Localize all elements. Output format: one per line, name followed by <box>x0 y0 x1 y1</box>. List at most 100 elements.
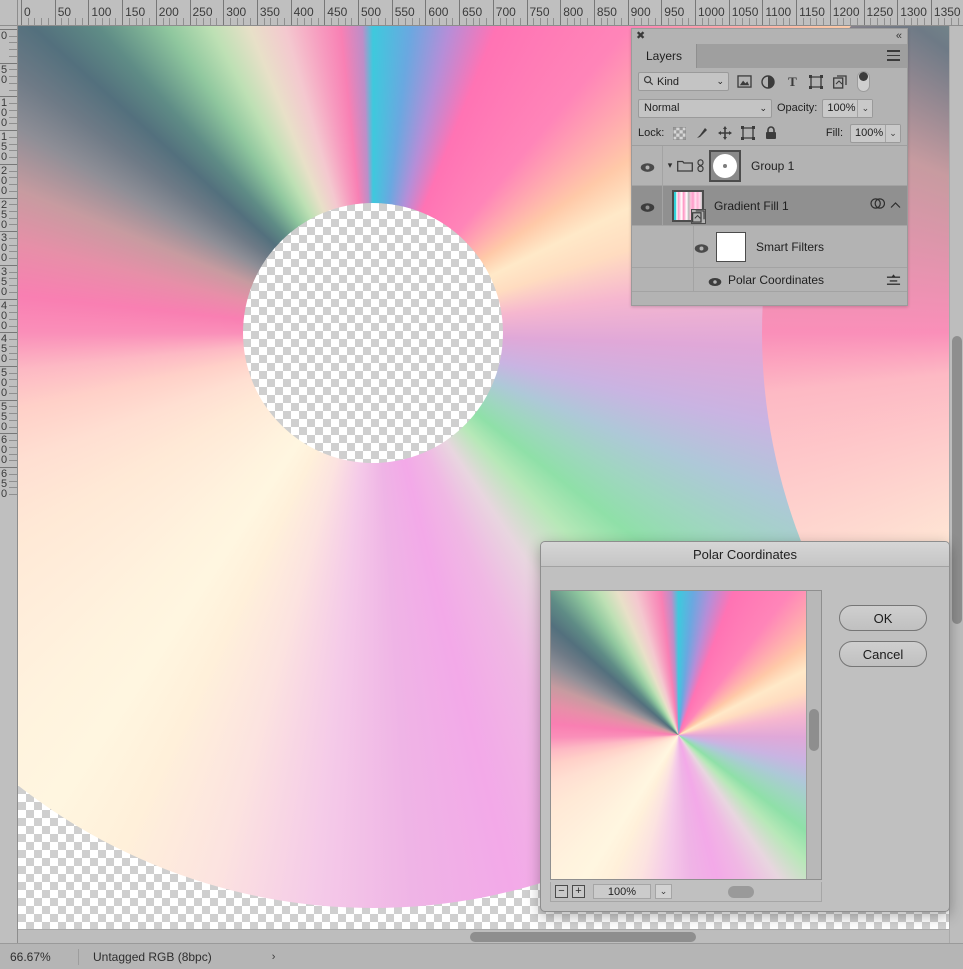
preview-scrollbar-thumb[interactable] <box>809 709 820 751</box>
panel-menu-icon[interactable] <box>887 50 900 61</box>
close-icon[interactable]: ✖ <box>636 29 645 43</box>
ruler-label: 550 <box>394 5 415 19</box>
filter-enable-toggle[interactable] <box>857 71 870 92</box>
ruler-minor-tick <box>9 312 17 314</box>
layer-visibility-toggle[interactable] <box>632 146 663 185</box>
blending-options-icon[interactable] <box>886 273 901 286</box>
ruler-minor-tick <box>9 291 17 293</box>
gradient-fill-thumbnail[interactable] <box>672 189 706 224</box>
layers-list: ▾ Group 1 Gradient Fill 1 Smart Filters … <box>632 146 907 292</box>
filter-preview[interactable] <box>550 590 822 880</box>
ruler-minor-tick <box>9 318 17 320</box>
ruler-label: 800 <box>563 5 584 19</box>
ruler-minor-tick <box>202 18 204 25</box>
zoom-level-value[interactable]: 100% <box>593 884 651 899</box>
zoom-in-button[interactable]: + <box>572 885 585 898</box>
eye-icon[interactable] <box>708 274 722 287</box>
ruler-label: 1000 <box>698 5 725 19</box>
link-icon[interactable] <box>696 158 705 173</box>
collapse-panel-icon[interactable]: « <box>896 29 902 43</box>
ruler-minor-tick <box>9 69 17 71</box>
ruler-minor-tick <box>9 271 17 273</box>
ruler-minor-tick <box>452 18 454 25</box>
shape-layer-filter-icon[interactable] <box>807 73 825 91</box>
ruler-minor-tick <box>708 18 710 25</box>
collapse-chevron-icon[interactable] <box>890 197 901 215</box>
pixel-layer-filter-icon[interactable] <box>735 73 753 91</box>
fill-adjustment-icon[interactable] <box>870 197 886 215</box>
chevron-down-icon[interactable]: ▾ <box>663 160 677 171</box>
layer-row-gradient-fill-1[interactable]: Gradient Fill 1 <box>632 186 907 226</box>
ruler-minor-tick <box>9 345 17 347</box>
ruler-minor-tick <box>405 18 407 25</box>
zoom-percentage[interactable]: 66.67% <box>0 950 78 964</box>
filter-kind-select[interactable]: Kind ⌄ <box>638 72 729 91</box>
cancel-button[interactable]: Cancel <box>839 641 927 667</box>
ruler-minor-tick <box>674 18 676 25</box>
ruler-minor-tick <box>9 217 17 219</box>
ruler-minor-tick <box>944 18 946 25</box>
status-bar: 66.67% Untagged RGB (8bpc) › <box>0 943 963 969</box>
layer-row-polar-coordinates[interactable]: Polar Coordinates <box>632 268 907 292</box>
smart-filter-mask-thumbnail[interactable] <box>716 231 746 262</box>
smart-filter-name: Polar Coordinates <box>728 272 825 287</box>
preview-pan-handle[interactable] <box>728 885 754 898</box>
type-layer-filter-icon[interactable]: T <box>783 73 801 91</box>
vertical-ruler[interactable]: 0 50 100 150 200 250 300 350 400 450 500 550 600 650 <box>0 26 18 943</box>
opacity-value: 100% <box>827 102 856 114</box>
ruler-minor-tick <box>9 35 17 37</box>
ruler-minor-tick <box>681 18 683 25</box>
ruler-corner[interactable] <box>0 0 18 26</box>
ruler-minor-tick <box>317 18 319 25</box>
layer-row-right-icons <box>870 197 901 215</box>
horizontal-scrollbar[interactable] <box>18 929 949 943</box>
vertical-scrollbar[interactable] <box>949 26 963 943</box>
fill-field[interactable]: 100% ⌄ <box>850 123 901 143</box>
zoom-out-button[interactable]: − <box>555 885 568 898</box>
horizontal-scrollbar-thumb[interactable] <box>470 932 696 942</box>
lock-all-icon[interactable] <box>763 125 779 141</box>
polar-coordinates-preview[interactable] <box>551 591 807 879</box>
ruler-minor-tick <box>34 18 36 25</box>
ruler-minor-tick <box>688 18 690 25</box>
layer-row-smart-filters[interactable]: Smart Filters <box>632 226 907 268</box>
ruler-minor-tick <box>789 18 791 25</box>
smart-object-filter-icon[interactable] <box>831 73 849 91</box>
ruler-label: 300 <box>226 5 247 19</box>
blend-mode-select[interactable]: Normal ⌄ <box>638 98 772 118</box>
adjustment-layer-filter-icon[interactable] <box>759 73 777 91</box>
tab-layers[interactable]: Layers <box>632 44 698 68</box>
ruler-minor-tick <box>27 18 29 25</box>
horizontal-ruler[interactable]: 0 50 100 150 200 250 300 350 400 450 500 550 600 650 7… <box>18 0 963 26</box>
ruler-minor-tick <box>836 18 838 25</box>
ok-button[interactable]: OK <box>839 605 927 631</box>
layers-panel: ✖ « Layers Kind ⌄ T Normal ⌄ Opacity: 10… <box>631 28 908 306</box>
vector-mask-disc-thumbnail[interactable] <box>709 149 741 182</box>
lock-transparent-pixels-icon[interactable] <box>671 125 687 141</box>
preview-scrollbar[interactable] <box>806 591 821 879</box>
layer-row-group-1[interactable]: ▾ Group 1 <box>632 146 907 186</box>
lock-image-pixels-icon[interactable] <box>694 125 710 141</box>
lock-position-icon[interactable] <box>717 125 733 141</box>
layer-name: Gradient Fill 1 <box>714 198 789 213</box>
chevron-down-icon[interactable]: ⌄ <box>857 99 873 117</box>
eye-icon[interactable] <box>694 241 709 253</box>
chevron-down-icon[interactable]: ⌄ <box>885 124 900 142</box>
layer-visibility-toggle[interactable] <box>632 186 663 225</box>
ruler-minor-tick <box>432 18 434 25</box>
opacity-field[interactable]: 100% ⌄ <box>822 98 874 118</box>
ruler-minor-tick <box>9 204 17 206</box>
ruler-minor-tick <box>9 352 17 354</box>
ruler-minor-tick <box>9 244 17 246</box>
lock-artboard-icon[interactable] <box>740 125 756 141</box>
ruler-minor-tick <box>270 18 272 25</box>
lock-row: Lock: Fill: 100% ⌄ <box>632 121 907 146</box>
chevron-down-icon[interactable]: ⌄ <box>655 884 672 899</box>
filter-kind-label: Kind <box>657 75 680 88</box>
ruler-label: 1350 <box>933 5 961 19</box>
ruler-minor-tick <box>9 379 17 381</box>
ruler-minor-tick <box>9 278 17 280</box>
status-expand-arrow[interactable]: › <box>212 951 276 963</box>
ruler-minor-tick <box>9 494 17 496</box>
vertical-scrollbar-thumb[interactable] <box>952 336 962 624</box>
